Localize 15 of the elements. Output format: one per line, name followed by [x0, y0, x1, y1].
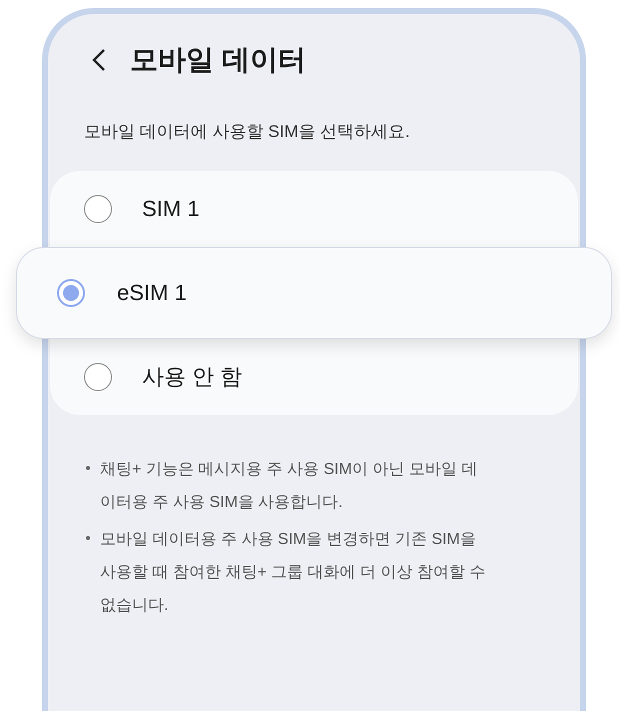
note-text: 모바일 데이터용 주 사용 SIM을 변경하면 기존 SIM을 사용할 때 참여한 채팅+ 그룹 대화에 더 이상 참여할 수 없습니다.: [100, 530, 486, 616]
sim-option[interactable]: SIM 1: [50, 171, 578, 247]
sim-option[interactable]: 사용 안 함: [50, 339, 578, 415]
bullet-icon: [86, 466, 90, 470]
sim-option[interactable]: eSIM 1: [16, 247, 612, 339]
option-label: 사용 안 함: [142, 363, 242, 391]
bullet-icon: [86, 536, 90, 540]
option-label: SIM 1: [142, 196, 200, 222]
radio-button[interactable]: [57, 279, 85, 307]
page-title: 모바일 데이터: [130, 43, 306, 77]
option-label: eSIM 1: [117, 280, 187, 306]
note-text: 채팅+ 기능은 메시지용 주 사용 SIM이 아닌 모바일 데이터용 주 사용 SIM을 사용합니다.: [100, 460, 478, 513]
radio-button[interactable]: [84, 363, 112, 391]
radio-button[interactable]: [84, 195, 112, 223]
instruction-text: 모바일 데이터에 사용할 SIM을 선택하세요.: [84, 121, 411, 143]
